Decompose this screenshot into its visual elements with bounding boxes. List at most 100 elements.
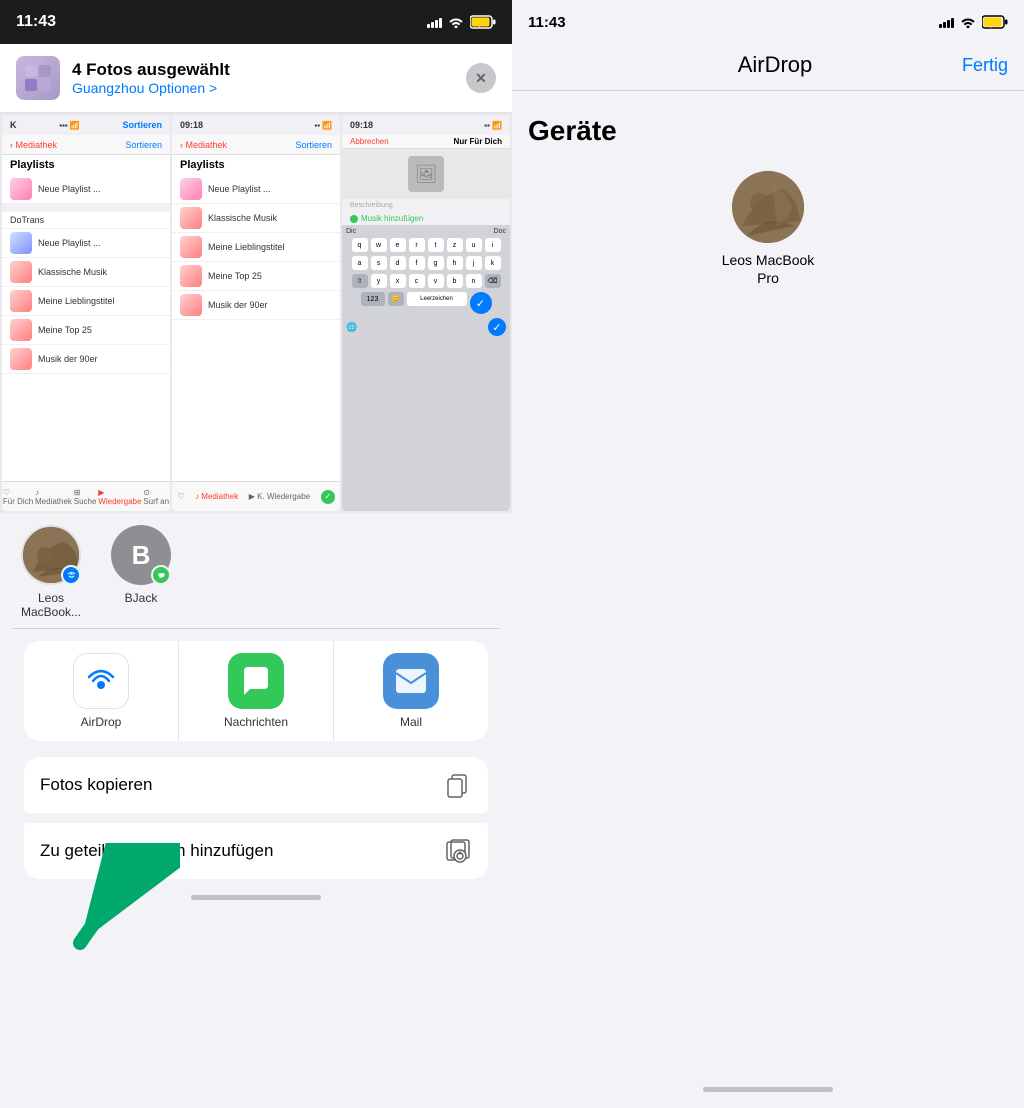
device-avatar [732,171,804,243]
right-battery-icon: ⚡ [982,15,1008,29]
preview-screen-1: K ▪▪▪ 📶 Sortieren ‹ Mediathek Sortieren … [2,115,170,511]
fotos-kopieren-row[interactable]: Fotos kopieren [24,757,488,813]
airdrop-row: LeosMacBook... B BJack [16,525,496,620]
list-item: Meine Top 25 [172,262,340,291]
airdrop-done-button[interactable]: Fertig [962,55,1008,76]
airdrop-title: AirDrop [738,52,813,78]
left-status-icons: ⚡ [427,15,496,29]
device-item-leos[interactable]: Leos MacBookPro [528,171,1008,287]
preview-screen-3: 09:18 ▪▪ 📶 Abbrechen Nur Für Dich 🖼 Besc… [342,115,510,511]
signal-icon [427,16,442,28]
mini-status-1: K ▪▪▪ 📶 Sortieren [2,115,170,135]
list-item: Neue Playlist ... [2,175,170,204]
mini-status-3: 09:18 ▪▪ 📶 [342,115,510,135]
preview-area: K ▪▪▪ 📶 Sortieren ‹ Mediathek Sortieren … [0,113,512,513]
right-content: Geräte Leos MacBookPro [512,91,1024,1079]
leos-name: LeosMacBook... [21,591,81,620]
green-dot [350,215,358,223]
right-status-icons: ⚡ [939,15,1008,29]
share-title: 4 Fotos ausgewählt [72,60,230,80]
right-signal-icon [939,16,954,28]
msg-desc: Beschreibung [342,199,510,212]
kbd-row-3: ⇧ y x c v b n ⌫ [342,272,510,290]
list-item: Klassische Musik [172,204,340,233]
airdrop-app-name: AirDrop [81,715,122,729]
airdrop-navigation: AirDrop Fertig [512,44,1024,91]
mini-content-1: Playlists Neue Playlist ... DoTrans Neue… [2,155,170,481]
mail-envelope-icon [395,667,427,695]
album-hinzufuegen-row[interactable]: Zu geteiltem Album hinzufügen [24,823,488,879]
mini-phone-1: K ▪▪▪ 📶 Sortieren ‹ Mediathek Sortieren … [2,115,170,511]
list-item: Meine Lieblingstitel [172,233,340,262]
device-name: Leos MacBookPro [722,251,815,287]
photo-grid-icon [23,63,53,93]
right-time: 11:43 [528,14,566,31]
airdrop-app-icon [73,653,129,709]
album-icon [444,837,472,865]
share-options[interactable]: Optionen > [148,80,217,96]
share-thumbnail [16,56,60,100]
mail-app-icon [383,653,439,709]
list-item: Neue Playlist ... [172,175,340,204]
kbd-row-4: 123 😊 Leerzeichen ✓ [342,290,510,316]
mini-nav-1: ‹ Mediathek Sortieren [2,135,170,155]
list-item: Neue Playlist ... [2,229,170,258]
app-share-nachrichten[interactable]: Nachrichten [178,641,333,741]
bjack-avatar-wrapper: B [111,525,171,585]
airdrop-small-icon [66,570,77,581]
airdrop-people-section: LeosMacBook... B BJack [0,513,512,628]
messages-app-icon [228,653,284,709]
app-share-section: AirDrop Nachrichten Mail [0,629,512,757]
app-share-mail[interactable]: Mail [333,641,488,741]
wifi-icon [448,16,464,28]
share-info: 4 Fotos ausgewählt Guangzhou Optionen > [72,60,230,96]
mini-phone-2: 09:18 ▪▪📶 ‹ Mediathek Sortieren Playlist… [172,115,340,511]
right-home-indicator [703,1087,833,1092]
bjack-name: BJack [125,591,158,605]
mini-nav-2: ‹ Mediathek Sortieren [172,135,340,155]
list-item: Meine Lieblingstitel [2,287,170,316]
fotos-kopieren-label: Fotos kopieren [40,775,152,795]
share-header: 4 Fotos ausgewählt Guangzhou Optionen > … [0,44,512,113]
nachrichten-app-name: Nachrichten [224,715,288,729]
right-wifi-icon [960,16,976,28]
mini-status-2: 09:18 ▪▪📶 [172,115,340,135]
msg-nav: Abbrechen Nur Für Dich [342,135,510,149]
messages-bubble-icon [240,665,272,697]
battery-icon: ⚡ [470,15,496,29]
leos-avatar-wrapper [21,525,81,585]
mini-sort: Sortieren [122,120,162,130]
preview-screen-2: 09:18 ▪▪📶 ‹ Mediathek Sortieren Playlist… [172,115,340,511]
share-location: Guangzhou Optionen > [72,80,230,96]
mail-app-name: Mail [400,715,422,729]
left-time: 11:43 [16,13,56,31]
album-hinzufuegen-label: Zu geteiltem Album hinzufügen [40,841,273,861]
airdrop-item-leos[interactable]: LeosMacBook... [16,525,86,620]
left-status-bar: 11:43 ⚡ [0,0,512,44]
device-photo [732,171,804,243]
right-home-indicator-wrapper [512,1079,1024,1108]
left-panel: 11:43 ⚡ [0,0,512,1108]
list-item: Musik der 90er [2,345,170,374]
close-button[interactable]: ✕ [466,63,496,93]
airdrop-item-bjack[interactable]: B BJack [106,525,176,620]
kbd-row-2: a s d f g h j k [342,254,510,272]
share-thumb-inner [16,56,60,100]
left-home-indicator [191,895,321,900]
messages-small-icon [156,570,167,581]
airdrop-badge-icon [61,565,81,585]
airdrop-waves-icon [83,663,119,699]
kbd-row-1: q w e r t z u i [342,236,510,254]
right-status-bar: 11:43 ⚡ [512,0,1024,44]
msg-music: Musik hinzufügen [342,212,510,225]
action-rows: Fotos kopieren Zu geteiltem Album hinzuf… [0,757,512,887]
copy-icon [444,771,472,799]
keyboard: Dic Doc q w e r t z u i a [342,225,510,511]
app-share-airdrop[interactable]: AirDrop [24,641,178,741]
list-item: Klassische Musik [2,258,170,287]
svg-text:⚡: ⚡ [988,19,998,29]
mini-phone-3: 09:18 ▪▪ 📶 Abbrechen Nur Für Dich 🖼 Besc… [342,115,510,511]
svg-text:⚡: ⚡ [476,19,486,29]
music-label: Musik hinzufügen [361,214,423,223]
mini-bottom-bar-2: ♡ ♪ Mediathek ▶ K. Wiedergabe ✓ [172,481,340,511]
